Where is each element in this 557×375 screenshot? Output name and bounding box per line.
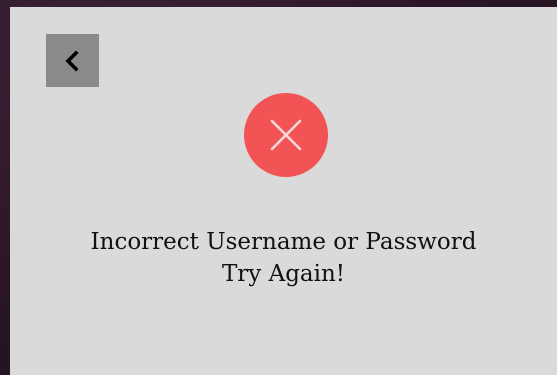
chevron-left-icon — [61, 49, 85, 73]
back-button[interactable] — [46, 34, 99, 87]
error-status-icon — [244, 93, 328, 177]
error-dialog: Incorrect Username or Password Try Again… — [10, 7, 557, 375]
close-icon — [266, 115, 306, 155]
error-message: Incorrect Username or Password — [90, 229, 477, 255]
retry-message: Try Again! — [221, 261, 346, 287]
